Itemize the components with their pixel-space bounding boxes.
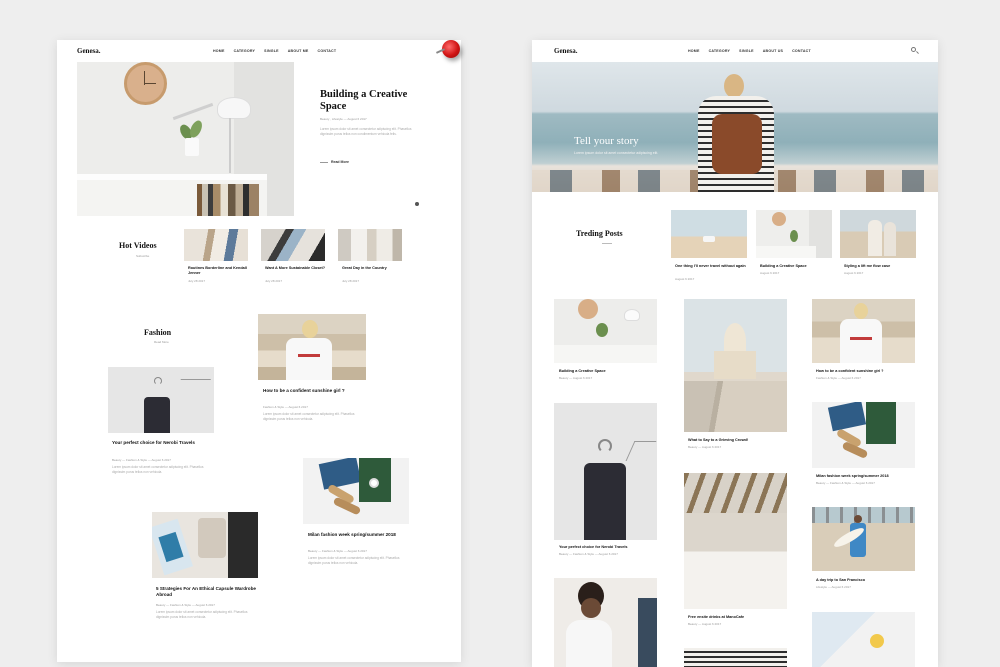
grid-post-meta-1: Beauty — August 6 2017 [559,376,593,380]
grid-image-8[interactable] [684,648,787,667]
grid-post-meta-2: Beauty — August 6 2017 [688,445,722,449]
video-thumb-1[interactable] [184,229,248,261]
grid-image-3[interactable] [812,299,915,363]
homepage-mockup-left: Genesa. HOME CATEGORY SINGLE ABOUT ME CO… [57,40,461,662]
video-thumb-2[interactable] [261,229,325,261]
video-date-1: July 28 2017 [188,279,206,283]
trending-thumb-2[interactable] [756,210,832,258]
grid-post-meta-7: Lifestyle — August 6 2017 [816,585,851,589]
hero-title[interactable]: Building a Creative Space [320,89,430,113]
grid-image-5[interactable] [684,473,787,609]
fashion-subtitle[interactable]: Read More [154,340,169,344]
grid-image-9[interactable] [812,507,915,571]
trending-post-date-1: August 6 2017 [675,277,695,281]
fashion-post-excerpt-3: Lorem ipsum dolor sit amet consectetur a… [308,556,400,566]
fashion-post-meta-3: Beauty — Fashion & Style — August 6 2017 [308,549,367,553]
grid-image-10[interactable] [812,612,915,667]
fashion-post-meta-2: Beauty — Fashion & Style — August 6 2017 [112,458,171,462]
nav-single[interactable]: SINGLE [264,49,279,53]
trending-post-title-2[interactable]: Building a Creative Space [760,264,832,269]
site-logo[interactable]: Genesa. [77,47,101,55]
grid-post-meta-3: Fashion & Style — August 6 2017 [816,376,861,380]
nav-category[interactable]: CATEGORY [234,49,256,53]
fashion-post-excerpt-4: Lorem ipsum dolor sit amet consectetur a… [156,610,248,620]
nav-home[interactable]: HOME [688,49,700,53]
nav-contact[interactable]: CONTACT [318,49,337,53]
trending-post-title-1[interactable]: One thing I'll never travel without agai… [675,264,747,269]
video-date-2: July 28 2017 [265,279,283,283]
grid-image-1[interactable] [554,299,657,363]
grid-post-title-3[interactable]: How to be a confident sunshine girl ? [816,369,914,374]
grid-post-title-4[interactable]: Your perfect choice for Nerobi Travels [559,545,657,550]
trending-thumb-3[interactable] [840,210,916,258]
trending-post-title-3[interactable]: Styling a lift me flow case [844,264,916,269]
fashion-post-meta-4: Beauty — Fashion & Style — August 6 2017 [156,603,215,607]
grid-post-meta-4: Beauty — Fashion & Style — August 6 2017 [559,552,618,556]
homepage-mockup-right: Genesa. HOME CATEGORY SINGLE ABOUT US CO… [532,40,938,667]
plant-illustration [177,118,205,160]
divider [320,162,328,163]
red-pushpin [442,40,460,58]
fashion-title: Fashion [144,328,172,337]
video-title-3[interactable]: Great Day in the Country [342,266,404,271]
hero-banner-title: Tell your story [574,135,639,147]
video-date-3: July 28 2017 [342,279,360,283]
grid-image-7[interactable] [812,402,915,468]
slider-dot[interactable] [415,202,419,206]
fashion-post-title-1[interactable]: How to be a confident sunshine girl ? [263,388,368,394]
grid-post-title-7[interactable]: A day trip to San Francisco [816,578,914,583]
nav-category[interactable]: CATEGORY [709,49,731,53]
grid-image-4[interactable] [554,403,657,540]
nav-about[interactable]: ABOUT US [763,49,783,53]
video-title-2[interactable]: Want A More Sustainable Closet? [265,266,327,271]
grid-post-title-1[interactable]: Building a Creative Space [559,369,657,374]
fashion-image-1[interactable] [258,314,366,380]
hero-banner-subtitle: Lorem ipsum dolor sit amet consectetur a… [574,151,659,155]
hot-videos-title: Hot Videos [119,241,157,250]
trending-post-date-3: August 6 2017 [844,271,864,275]
grid-post-title-2[interactable]: What to Say to a Grieving Crowd! [688,438,786,443]
nav-home[interactable]: HOME [213,49,225,53]
grid-post-meta-6: Beauty — August 6 2017 [688,622,722,626]
nav-about[interactable]: ABOUT ME [288,49,309,53]
fashion-image-3[interactable] [303,458,409,524]
divider [602,243,612,244]
grid-post-title-5[interactable]: Milan fashion week spring/summer 2018 [816,474,914,479]
trending-post-date-2: August 6 2017 [760,271,780,275]
fashion-post-title-2[interactable]: Your perfect choice for Nerobi Travels [112,440,212,446]
site-logo[interactable]: Genesa. [554,47,578,55]
fashion-post-excerpt-2: Lorem ipsum dolor sit amet consectetur a… [112,465,204,475]
hero-meta: Beauty , Lifestyle — August 6 2017 [320,117,367,121]
hero-image[interactable] [77,62,294,216]
fashion-post-excerpt-1: Lorem ipsum dolor sit amet consectetur a… [263,412,355,422]
hero-banner-image[interactable] [532,62,938,192]
fashion-post-title-3[interactable]: Milan fashion week spring/summer 2018 [308,532,408,538]
grid-image-2[interactable] [684,299,787,432]
fashion-post-meta-1: Fashion & Style — August 6 2017 [263,405,308,409]
trending-thumb-1[interactable] [671,210,747,258]
read-more-link[interactable]: Read More [331,160,349,164]
main-nav: HOME CATEGORY SINGLE ABOUT ME CONTACT [213,49,336,53]
nav-single[interactable]: SINGLE [739,49,754,53]
trending-title: Treding Posts [576,229,623,238]
search-icon[interactable] [911,47,919,54]
nav-contact[interactable]: CONTACT [792,49,811,53]
hero-excerpt: Lorem ipsum dolor sit amet consectetur a… [320,127,412,137]
grid-post-meta-5: Beauty — Fashion & Style — August 6 2017 [816,481,875,485]
video-title-1[interactable]: Routines Borderline and Kendall Jenner [188,266,250,275]
fashion-image-4[interactable] [152,512,258,578]
video-thumb-3[interactable] [338,229,402,261]
main-nav: HOME CATEGORY SINGLE ABOUT US CONTACT [688,49,811,53]
fashion-image-2[interactable] [108,367,214,433]
fashion-post-title-4[interactable]: 5 Strategies For An Ethical Capsule Ward… [156,586,262,597]
grid-image-6[interactable] [554,578,657,667]
hot-videos-subtitle[interactable]: Subscribe [136,254,149,258]
grid-post-title-6[interactable]: Free ensite drinks at ManoCafe [688,615,786,620]
clock-illustration [124,62,167,105]
